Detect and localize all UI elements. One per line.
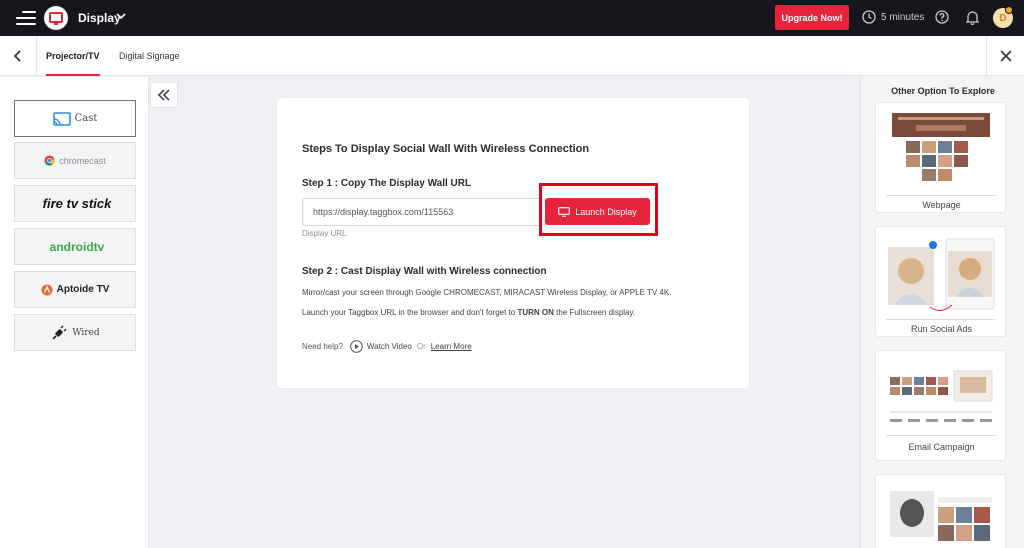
webpage-thumbnail <box>886 111 996 193</box>
option-label: Webpage <box>922 200 961 210</box>
top-bar: Display Upgrade Now! 5 minutes D <box>0 0 1024 36</box>
option-label: Email Campaign <box>908 442 975 452</box>
device-label: Wired <box>72 327 100 338</box>
device-wired[interactable]: Wired <box>14 314 136 351</box>
step2-heading: Step 2 : Cast Display Wall with Wireless… <box>302 266 547 277</box>
device-androidtv[interactable]: androidtv <box>14 228 136 265</box>
cast-icon <box>52 111 71 126</box>
device-chromecast[interactable]: chromecast <box>14 142 136 179</box>
explore-title: Other Option To Explore <box>891 86 995 96</box>
help-row: Need help? Watch Video Or Learn More <box>302 340 472 353</box>
display-logo-icon <box>44 6 68 30</box>
instructions-card: Steps To Display Social Wall With Wirele… <box>277 98 749 388</box>
option-more[interactable] <box>875 474 1006 548</box>
option-webpage[interactable]: Webpage <box>875 102 1006 213</box>
launch-display-label: Launch Display <box>575 206 637 217</box>
more-option-thumbnail <box>886 483 996 548</box>
aptoide-icon <box>41 284 53 295</box>
watch-video-link[interactable]: Watch Video <box>367 342 412 351</box>
firetv-logo: fire tv stick <box>42 196 112 211</box>
chevron-down-icon[interactable] <box>115 9 127 23</box>
step2-desc-2: Launch your Taggbox URL in the browser a… <box>302 308 636 317</box>
learn-more-link[interactable]: Learn More <box>431 342 472 351</box>
device-label: chromecast <box>59 155 106 166</box>
option-label: Run Social Ads <box>910 324 973 334</box>
sub-bar: Projector/TV Digital Signage <box>0 36 1024 76</box>
close-button[interactable] <box>986 36 1024 76</box>
close-icon <box>999 50 1012 62</box>
url-caption: Display URL <box>302 229 347 238</box>
launch-display-button[interactable]: Launch Display <box>545 198 650 225</box>
option-email-campaign[interactable]: Email Campaign <box>875 350 1006 461</box>
or-label: Or <box>416 342 426 351</box>
step2-desc-1: Mirror/cast your screen through Google C… <box>302 288 672 297</box>
device-cast[interactable]: Cast <box>14 100 136 137</box>
display-url-input[interactable] <box>302 198 542 226</box>
double-chevron-left-icon <box>157 89 170 101</box>
androidtv-logo: androidtv <box>49 239 105 254</box>
turn-on-text: TURN ON <box>517 308 554 317</box>
upgrade-button[interactable]: Upgrade Now! <box>775 5 849 30</box>
back-button[interactable] <box>0 36 37 76</box>
bell-icon[interactable] <box>965 10 980 25</box>
device-aptoide[interactable]: Aptoide TV <box>14 271 136 308</box>
time-estimate: 5 minutes <box>881 12 925 23</box>
tab-digital-signage[interactable]: Digital Signage <box>119 36 180 76</box>
device-firetv[interactable]: fire tv stick <box>14 185 136 222</box>
device-label: Cast <box>74 113 98 124</box>
menu-icon[interactable] <box>14 9 36 27</box>
collapse-sidebar-button[interactable] <box>150 82 178 108</box>
plug-icon <box>52 325 67 340</box>
social-ads-thumbnail <box>886 235 996 317</box>
explore-panel: Other Option To Explore Webpage Run Soci… <box>860 77 1024 548</box>
device-label: Aptoide TV <box>56 284 110 295</box>
help-icon[interactable] <box>935 10 949 24</box>
email-campaign-thumbnail <box>886 359 996 441</box>
chrome-icon <box>44 155 55 166</box>
option-social-ads[interactable]: Run Social Ads <box>875 226 1006 337</box>
monitor-icon <box>558 206 571 217</box>
device-sidebar: Cast chromecast fire tv stick androidtv … <box>0 77 149 548</box>
tab-projector-tv[interactable]: Projector/TV <box>46 36 100 76</box>
need-help-label: Need help? <box>302 342 343 351</box>
play-icon[interactable] <box>350 340 363 353</box>
avatar-badge <box>1005 6 1013 14</box>
chevron-left-icon <box>13 50 21 62</box>
step1-heading: Step 1 : Copy The Display Wall URL <box>302 178 472 189</box>
card-title: Steps To Display Social Wall With Wirele… <box>302 143 590 155</box>
clock-icon <box>862 10 876 24</box>
